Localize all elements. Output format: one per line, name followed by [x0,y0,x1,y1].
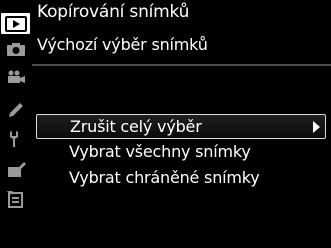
option-deselect-all[interactable]: Zrušit celý výběr [36,114,326,139]
page-title: Kopírování snímků [37,2,190,22]
tab-retouch[interactable] [1,158,30,179]
option-label: Vybrat všechny snímky [69,142,251,161]
page-subtitle: Výchozí výběr snímků [37,35,208,54]
movie-camera-icon [7,70,25,83]
menu-header: Kopírování snímků Výchozí výběr snímků [32,0,331,64]
tab-my-menu[interactable] [1,188,30,209]
tab-movie[interactable] [1,66,30,87]
tab-custom-settings[interactable] [1,99,30,120]
camera-icon [6,42,25,56]
option-label: Vybrat chráněné snímky [69,168,260,187]
play-icon [4,15,27,32]
retouch-icon [7,161,26,177]
options-list: Zrušit celý výběr Vybrat všechny snímky … [36,114,326,192]
wrench-icon [9,130,18,147]
pencil-icon [8,102,23,117]
option-select-all[interactable]: Vybrat všechny snímky [36,140,326,165]
tab-setup[interactable] [1,128,30,149]
option-select-protected[interactable]: Vybrat chráněné snímky [36,166,326,191]
my-menu-icon [6,190,23,208]
tab-playback[interactable] [1,13,30,34]
menu-sidebar [0,0,31,248]
header-divider [32,64,331,66]
option-label: Zrušit celý výběr [70,117,202,136]
tab-shooting[interactable] [1,38,30,59]
chevron-right-icon [313,121,320,133]
